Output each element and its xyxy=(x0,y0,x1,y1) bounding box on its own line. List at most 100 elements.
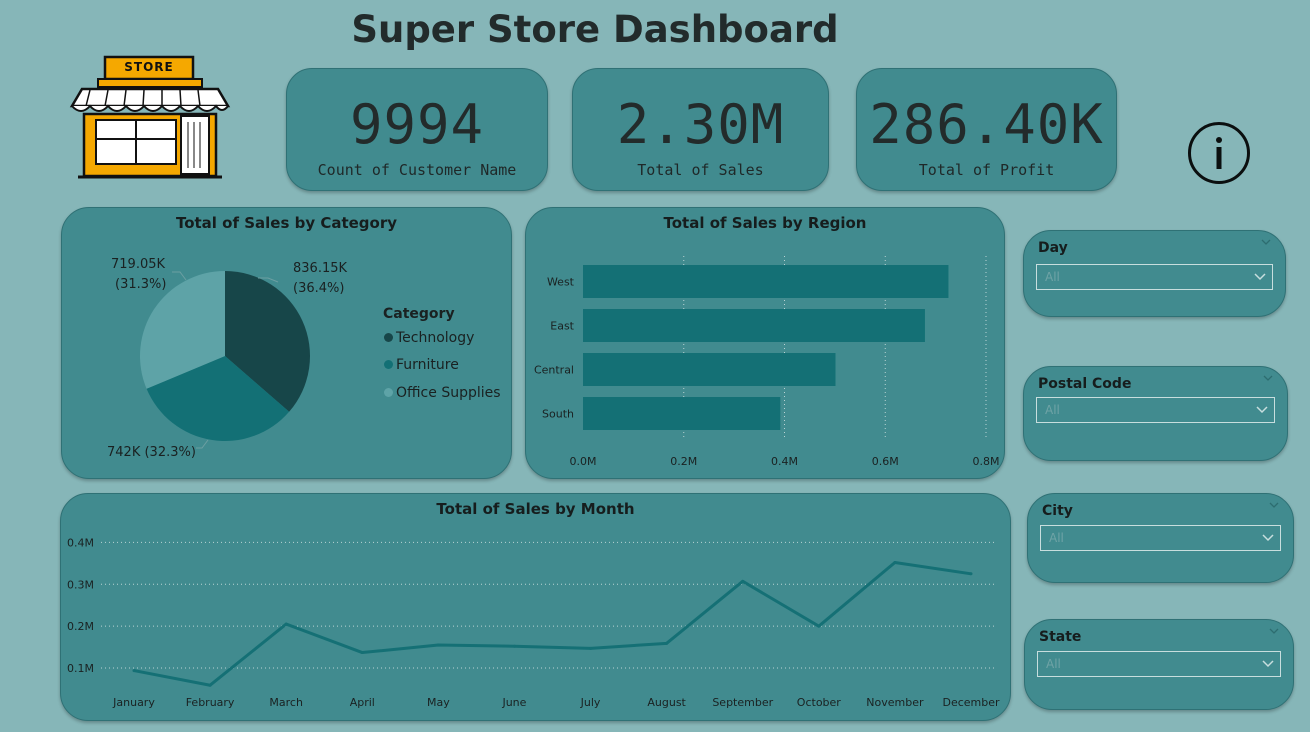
kpi-value: 2.30M xyxy=(616,93,785,156)
slicer-label: Postal Code xyxy=(1038,376,1132,392)
legend-label: Technology xyxy=(396,330,475,346)
legend-label: Office Supplies xyxy=(396,385,501,401)
x-tick-label: July xyxy=(580,696,601,709)
chevron-down-icon[interactable] xyxy=(1261,237,1271,247)
x-tick-label: June xyxy=(501,696,526,709)
kpi-value: 9994 xyxy=(349,93,485,156)
y-tick-label: East xyxy=(550,320,574,333)
y-tick-label: 0.1M xyxy=(67,662,94,675)
kpi-label: Total of Sales xyxy=(637,161,764,179)
chevron-down-icon xyxy=(1262,660,1274,668)
chevron-down-icon xyxy=(1254,273,1266,281)
y-tick-label: 0.3M xyxy=(67,578,94,591)
line-point-october xyxy=(817,624,821,628)
x-tick-label: March xyxy=(269,696,303,709)
chevron-down-icon[interactable] xyxy=(1263,373,1273,383)
slicer-label: State xyxy=(1039,629,1082,645)
pie-data-label: 836.15K xyxy=(293,261,347,276)
line-point-march xyxy=(284,622,288,626)
slicer-dropdown[interactable]: All xyxy=(1037,651,1281,677)
legend-item-technology: Technology xyxy=(384,330,474,346)
x-tick-label: December xyxy=(942,696,1000,709)
chevron-down-icon xyxy=(1256,406,1268,414)
pie-data-label: (36.4%) xyxy=(293,281,344,296)
store-sign-text: STORE xyxy=(124,60,174,74)
slicer-label: Day xyxy=(1038,240,1068,256)
y-tick-label: 0.4M xyxy=(67,536,94,549)
slicer-value: All xyxy=(1049,531,1064,545)
kpi-value: 286.40K xyxy=(869,93,1104,156)
kpi-card-total-sales: 2.30M Total of Sales xyxy=(572,68,829,191)
sales-by-month-chart: Total of Sales by Month 0.1M 0.2M 0.3M 0.4M… xyxy=(60,493,1011,721)
legend-swatch xyxy=(384,332,393,342)
sales-by-region-chart: Total of Sales by Region 0.0M 0.2M 0.4M 0.6… xyxy=(525,207,1005,479)
store-logo: STORE xyxy=(68,54,233,182)
slicer-label: City xyxy=(1042,503,1073,519)
leader-line xyxy=(196,439,209,449)
kpi-card-customer-count: 9994 Count of Customer Name xyxy=(286,68,548,191)
x-tick-label: January xyxy=(112,696,155,709)
slicer-value: All xyxy=(1045,270,1060,284)
slicer-dropdown[interactable]: All xyxy=(1036,397,1275,423)
slicer-city[interactable]: City All xyxy=(1027,493,1294,583)
line-point-august xyxy=(665,641,669,645)
line-point-november xyxy=(893,560,897,564)
x-tick-label: August xyxy=(647,696,686,709)
bar-south xyxy=(583,397,781,430)
slicer-dropdown[interactable]: All xyxy=(1036,264,1273,290)
line-point-january xyxy=(132,669,136,673)
pie-data-label: 719.05K xyxy=(111,257,165,272)
x-tick-label: November xyxy=(866,696,924,709)
line-point-april xyxy=(360,651,364,655)
x-tick-label: 0.0M xyxy=(570,455,597,468)
x-tick-label: April xyxy=(350,696,375,709)
slicer-value: All xyxy=(1045,403,1060,417)
y-tick-label: South xyxy=(542,408,574,421)
kpi-label: Total of Profit xyxy=(918,161,1055,179)
bar-plot: 0.0M 0.2M 0.4M 0.6M 0.8M West East Central South xyxy=(534,256,1000,468)
y-tick-label: 0.2M xyxy=(67,620,94,633)
leader-line xyxy=(172,271,187,281)
kpi-card-total-profit: 286.40K Total of Profit xyxy=(856,68,1117,191)
x-tick-label: February xyxy=(186,696,235,709)
line-point-july xyxy=(589,646,593,650)
kpi-label: Count of Customer Name xyxy=(317,161,517,179)
x-tick-label: 0.6M xyxy=(872,455,899,468)
dashboard-title: Super Store Dashboard xyxy=(351,8,839,51)
slicer-value: All xyxy=(1046,657,1061,671)
line-point-february xyxy=(208,683,212,687)
x-tick-label: 0.2M xyxy=(670,455,697,468)
x-tick-label: October xyxy=(797,696,841,709)
bar-east xyxy=(583,309,925,342)
x-tick-label: September xyxy=(712,696,773,709)
x-tick-label: 0.8M xyxy=(973,455,1000,468)
chevron-down-icon[interactable] xyxy=(1269,626,1279,636)
line-point-september xyxy=(741,579,745,583)
line-point-june xyxy=(512,644,516,648)
line-point-may xyxy=(436,643,440,647)
y-tick-label: West xyxy=(547,276,575,289)
legend-swatch xyxy=(384,387,393,397)
legend-swatch xyxy=(384,359,393,369)
legend-title: Category xyxy=(383,306,455,322)
legend-item-furniture: Furniture xyxy=(384,357,459,373)
sales-line xyxy=(133,560,972,687)
slicer-day[interactable]: Day All xyxy=(1023,230,1286,317)
bar-west xyxy=(583,265,949,298)
legend-label: Furniture xyxy=(396,357,459,373)
slicer-state[interactable]: State All xyxy=(1024,619,1294,710)
pie-data-label: 742K (32.3%) xyxy=(107,445,196,460)
pie-data-label: (31.3%) xyxy=(115,277,166,292)
bar-central xyxy=(583,353,836,386)
y-tick-label: Central xyxy=(534,364,574,377)
line-plot: 0.1M 0.2M 0.3M 0.4M January February March Apri… xyxy=(67,536,1000,709)
chevron-down-icon xyxy=(1262,534,1274,542)
info-circle-icon[interactable] xyxy=(1187,121,1251,185)
chevron-down-icon[interactable] xyxy=(1269,500,1279,510)
sales-by-category-chart: Total of Sales by Category 836.15K (36.4%… xyxy=(61,207,512,479)
line-point-december xyxy=(969,572,973,576)
x-tick-label: 0.4M xyxy=(771,455,798,468)
slicer-postal-code[interactable]: Postal Code All xyxy=(1023,366,1288,461)
legend-item-office-supplies: Office Supplies xyxy=(384,385,501,401)
slicer-dropdown[interactable]: All xyxy=(1040,525,1281,551)
